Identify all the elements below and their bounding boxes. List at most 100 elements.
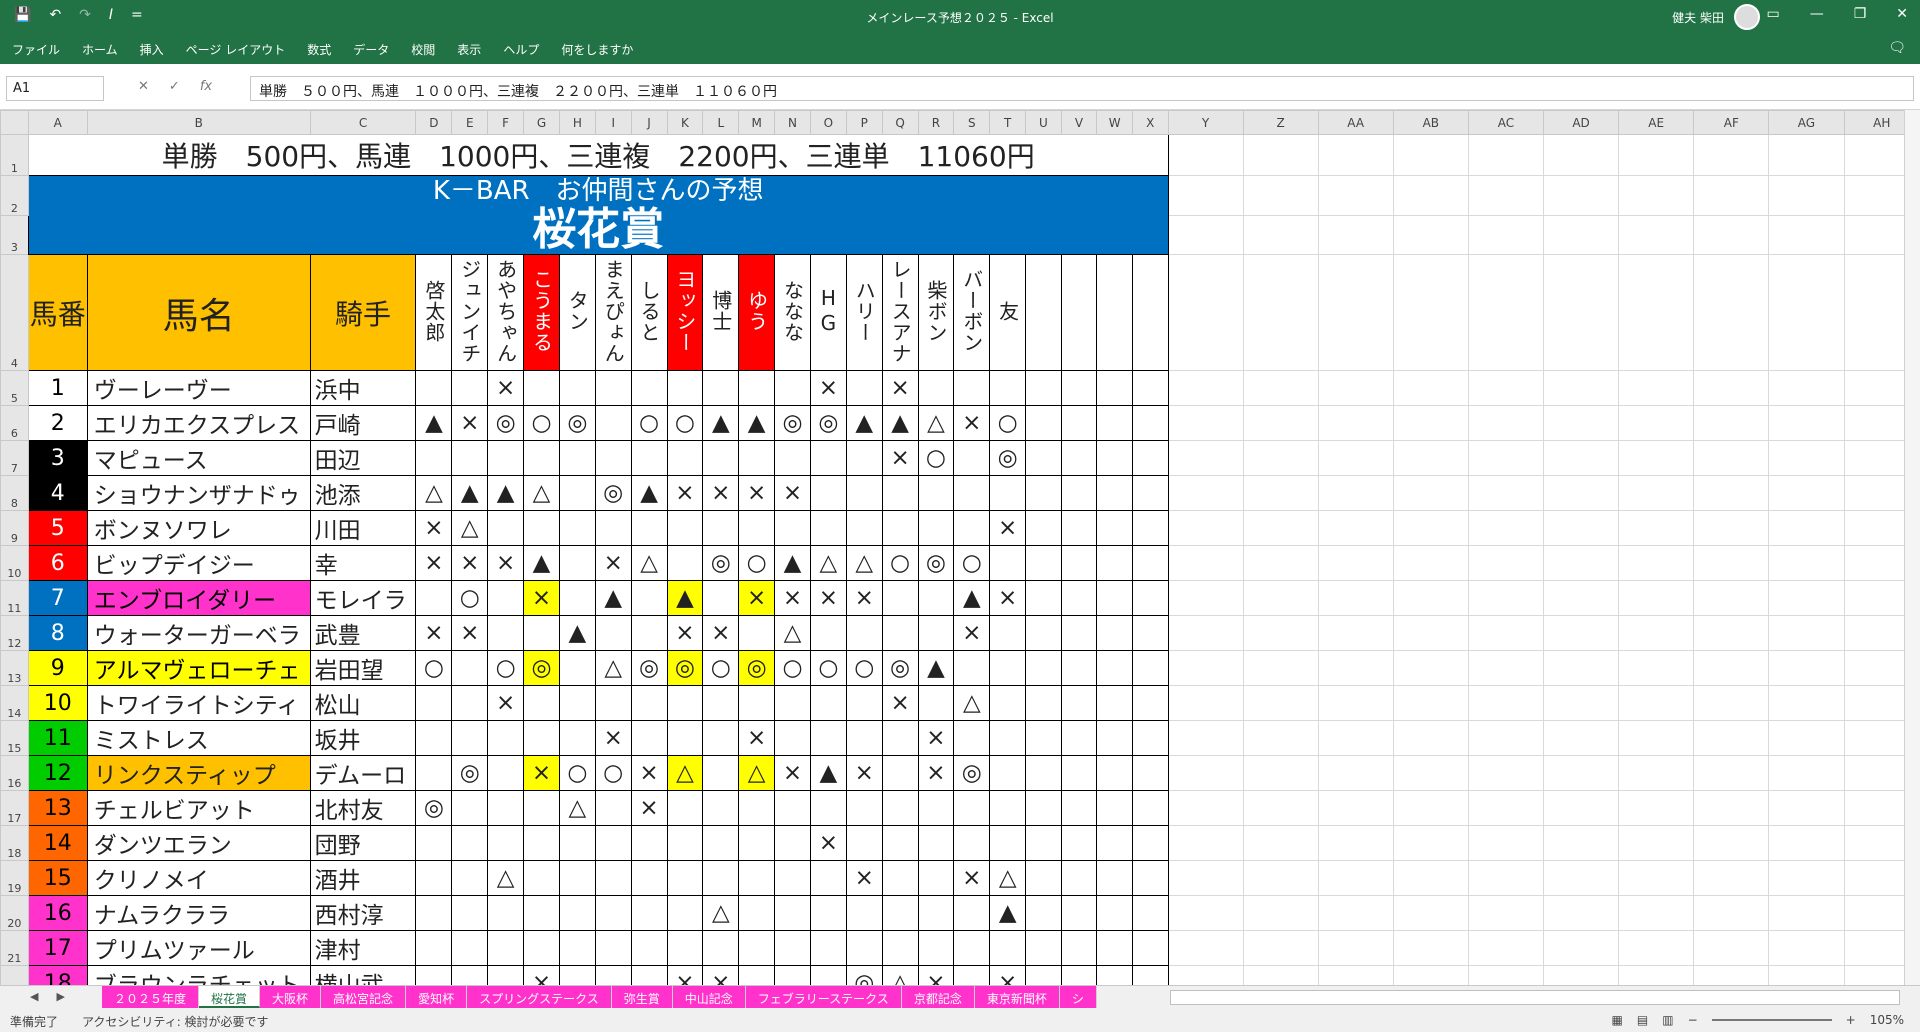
prediction-mark[interactable]	[738, 615, 776, 651]
jockey-name[interactable]: 戸崎	[309, 405, 417, 441]
cell[interactable]	[1242, 895, 1319, 931]
cell[interactable]	[1025, 475, 1062, 511]
cell[interactable]	[1693, 254, 1770, 371]
prediction-mark[interactable]: ×	[953, 615, 991, 651]
prediction-mark[interactable]: ×	[881, 685, 919, 721]
cell[interactable]	[1060, 580, 1098, 616]
prediction-mark[interactable]	[917, 860, 955, 896]
prediction-mark[interactable]	[451, 965, 489, 985]
zoom-slider[interactable]	[1711, 1019, 1832, 1021]
prediction-mark[interactable]: ○	[630, 405, 668, 441]
prediction-mark[interactable]	[415, 440, 453, 476]
prediction-mark[interactable]	[809, 790, 847, 826]
horse-name[interactable]: プリムツァール	[86, 930, 311, 966]
prediction-mark[interactable]: △	[523, 475, 560, 511]
cell[interactable]	[1467, 720, 1544, 756]
sheet-tab[interactable]: 桜花賞	[199, 986, 261, 1008]
prediction-mark[interactable]	[702, 825, 740, 861]
cell[interactable]	[1467, 790, 1544, 826]
jockey-name[interactable]: 田辺	[309, 440, 417, 476]
prediction-mark[interactable]: △	[666, 755, 704, 791]
cell[interactable]	[1167, 580, 1244, 616]
prediction-mark[interactable]: ×	[917, 965, 955, 985]
prediction-mark[interactable]: ▲	[953, 580, 991, 616]
jockey-name[interactable]: 北村友	[309, 790, 417, 826]
prediction-mark[interactable]	[415, 860, 453, 896]
cell[interactable]	[1392, 545, 1469, 581]
cell[interactable]	[1242, 475, 1319, 511]
cell[interactable]	[1542, 370, 1620, 406]
cell[interactable]	[1096, 440, 1133, 476]
prediction-mark[interactable]: ×	[630, 755, 668, 791]
prediction-mark[interactable]	[415, 825, 453, 861]
cell[interactable]	[1618, 580, 1695, 616]
prediction-mark[interactable]	[558, 685, 596, 721]
ribbon-tab[interactable]: ファイル	[12, 41, 60, 58]
prediction-mark[interactable]	[989, 615, 1027, 651]
prediction-mark[interactable]	[558, 650, 596, 686]
prediction-mark[interactable]: ×	[845, 580, 883, 616]
page-layout-icon[interactable]: ▤	[1637, 1013, 1648, 1027]
prediction-mark[interactable]	[845, 930, 883, 966]
horse-name[interactable]: エンブロイダリー	[86, 580, 311, 616]
sheet-tab[interactable]: 高松宮記念	[321, 986, 407, 1008]
cell[interactable]	[1542, 615, 1620, 651]
prediction-mark[interactable]	[630, 440, 668, 476]
prediction-mark[interactable]: ×	[523, 580, 560, 616]
cell[interactable]	[1317, 825, 1394, 861]
prediction-mark[interactable]	[666, 685, 704, 721]
column-header[interactable]: A	[27, 110, 88, 135]
name-box[interactable]: A1	[6, 76, 104, 101]
prediction-mark[interactable]	[523, 370, 560, 406]
prediction-mark[interactable]	[774, 930, 811, 966]
column-header[interactable]: I	[594, 110, 632, 135]
prediction-mark[interactable]	[415, 965, 453, 985]
cell[interactable]	[1392, 965, 1469, 985]
column-header[interactable]: Q	[881, 110, 919, 135]
prediction-mark[interactable]	[953, 720, 991, 756]
prediction-mark[interactable]	[666, 825, 704, 861]
row-header[interactable]: 16	[0, 755, 29, 791]
prediction-mark[interactable]	[594, 825, 632, 861]
cell[interactable]	[1025, 930, 1062, 966]
column-header[interactable]: Z	[1242, 110, 1319, 135]
header-predictor[interactable]: 柴ボン	[917, 254, 955, 371]
cell[interactable]	[1392, 615, 1469, 651]
page-break-icon[interactable]: ▥	[1662, 1013, 1673, 1027]
cell[interactable]	[1467, 650, 1544, 686]
cell[interactable]	[1060, 440, 1098, 476]
column-header[interactable]: O	[809, 110, 847, 135]
prediction-mark[interactable]	[881, 510, 919, 546]
prediction-mark[interactable]	[738, 930, 776, 966]
cell[interactable]	[1060, 965, 1098, 985]
prediction-mark[interactable]	[809, 860, 847, 896]
cell[interactable]	[1317, 370, 1394, 406]
cell[interactable]	[1768, 405, 1845, 441]
prediction-mark[interactable]	[738, 790, 776, 826]
prediction-mark[interactable]: ○	[809, 650, 847, 686]
prediction-mark[interactable]	[487, 615, 525, 651]
prediction-mark[interactable]: ○	[774, 650, 811, 686]
prediction-mark[interactable]	[415, 580, 453, 616]
prediction-mark[interactable]	[451, 440, 489, 476]
prediction-mark[interactable]	[809, 615, 847, 651]
header-predictor[interactable]: タン	[558, 254, 596, 371]
prediction-mark[interactable]	[594, 895, 632, 931]
row-header[interactable]: 10	[0, 545, 29, 581]
cell[interactable]	[1317, 214, 1394, 255]
cell[interactable]	[1242, 254, 1319, 371]
prediction-mark[interactable]	[487, 895, 525, 931]
header-predictor[interactable]: 博士	[702, 254, 740, 371]
prediction-mark[interactable]	[451, 370, 489, 406]
cell[interactable]	[1618, 825, 1695, 861]
cell-race-banner[interactable]: K－BAR お仲間さんの予想 桜花賞	[27, 175, 1169, 255]
column-header[interactable]: AB	[1392, 110, 1469, 135]
column-header[interactable]: AD	[1542, 110, 1620, 135]
prediction-mark[interactable]	[845, 825, 883, 861]
column-header[interactable]: M	[738, 110, 776, 135]
prediction-mark[interactable]	[881, 615, 919, 651]
cell[interactable]	[1131, 580, 1169, 616]
prediction-mark[interactable]	[809, 720, 847, 756]
cell[interactable]	[1242, 825, 1319, 861]
horse-number[interactable]: 9	[27, 650, 88, 686]
